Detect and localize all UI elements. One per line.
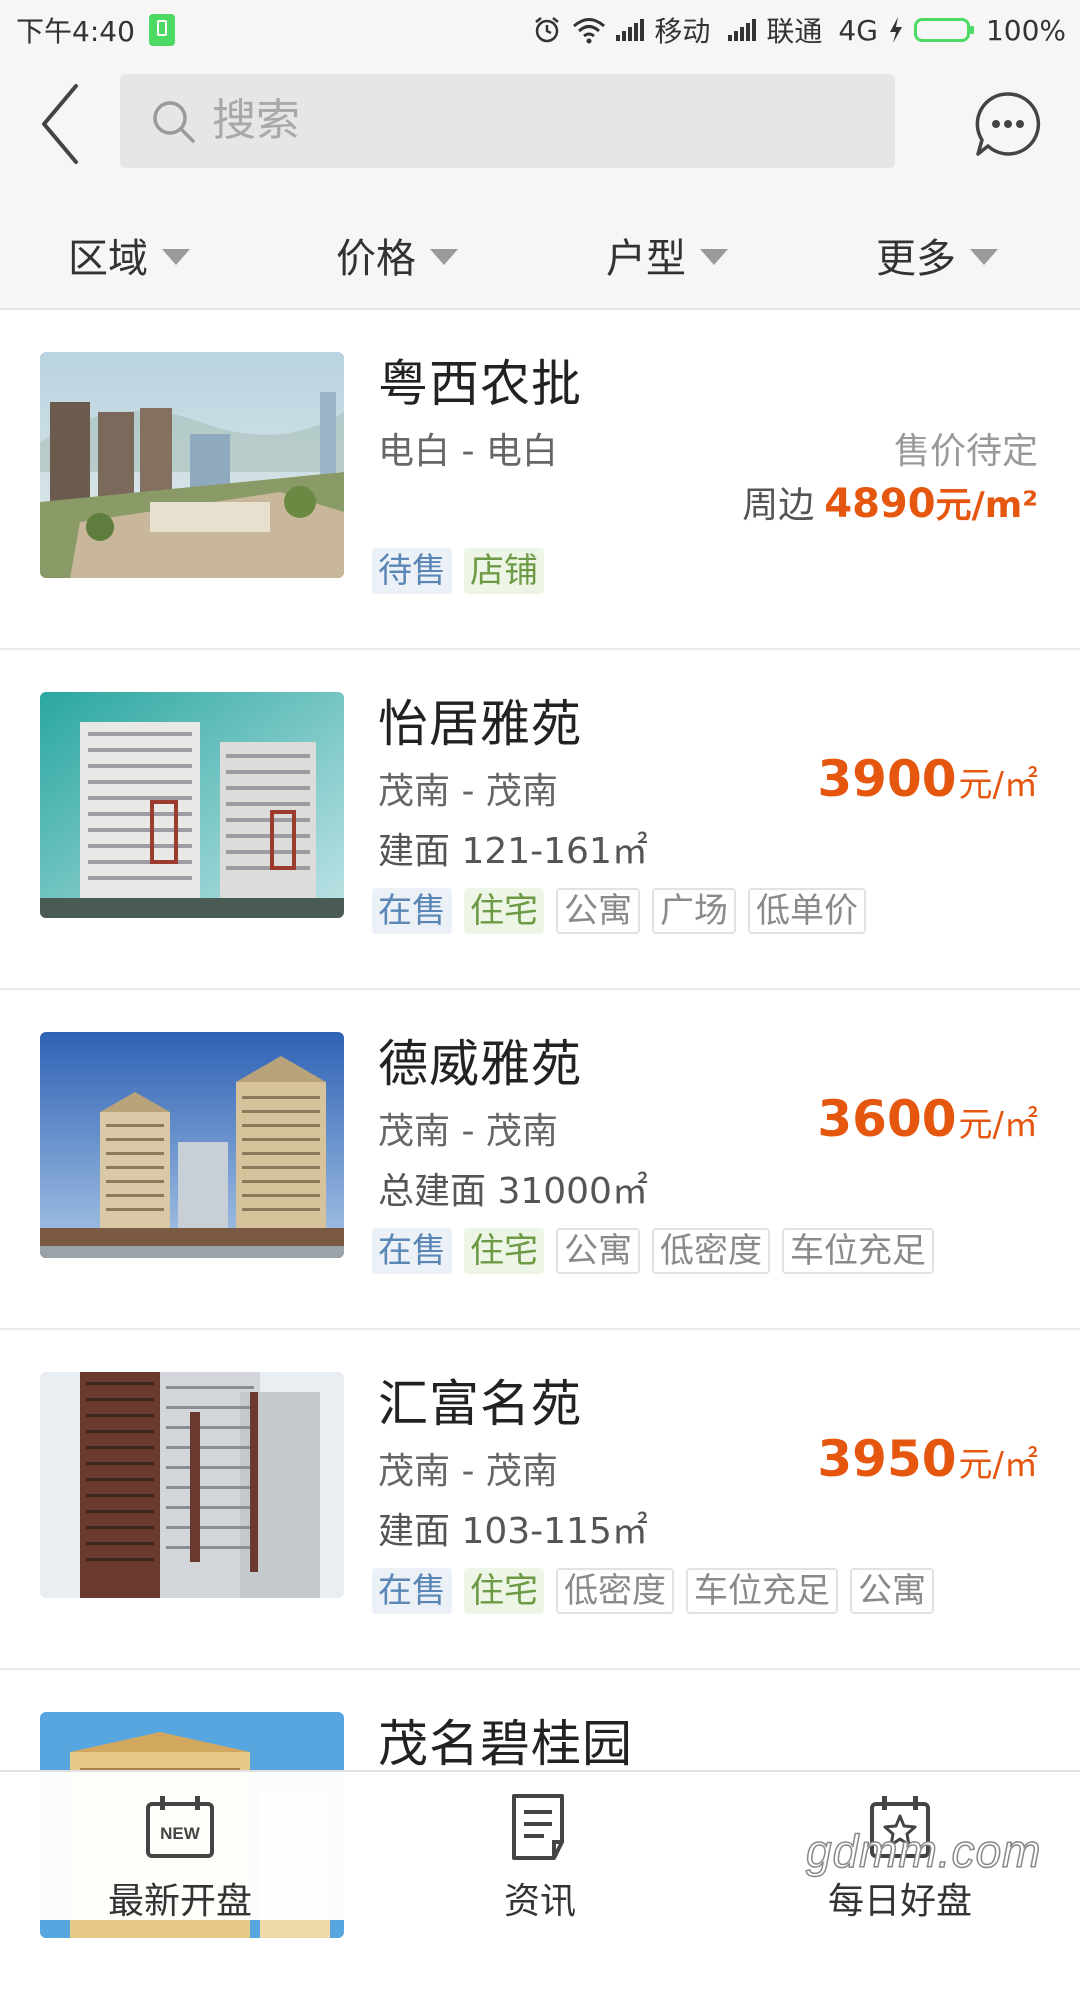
listing-area: 建面 121-161㎡ xyxy=(378,831,648,872)
tag-feature: 低密度 xyxy=(556,1568,674,1614)
tag-feature: 公寓 xyxy=(556,1228,640,1274)
search-placeholder: 搜索 xyxy=(212,95,300,146)
wifi-icon xyxy=(573,18,606,44)
news-document-icon xyxy=(512,1794,564,1860)
nav-label: 资讯 xyxy=(503,1881,576,1922)
battery-percent: 100% xyxy=(985,13,1066,47)
listing-area: 总建面 31000㎡ xyxy=(378,1171,648,1212)
price-value: 3600 xyxy=(817,1090,957,1148)
listing-name: 怡居雅苑 xyxy=(378,695,582,753)
filter-region-dropdown[interactable]: 区域 xyxy=(68,226,190,284)
listing-item[interactable]: 汇富名苑 茂南 - 茂南 建面 103-115㎡ 3950 元/㎡ 在售 住宅 … xyxy=(0,1330,1080,1670)
price-prefix: 周边 xyxy=(742,485,815,526)
dropdown-triangle-icon xyxy=(430,249,458,265)
tag-status: 在售 xyxy=(372,1568,452,1614)
filter-layout-dropdown[interactable]: 户型 xyxy=(606,226,728,284)
filter-label: 价格 xyxy=(336,236,416,282)
new-badge: NEW xyxy=(160,1824,201,1843)
price-unit: 元/㎡ xyxy=(958,765,1038,805)
listing-name: 汇富名苑 xyxy=(378,1375,582,1433)
dropdown-triangle-icon xyxy=(162,249,190,265)
tag-feature: 广场 xyxy=(652,888,736,934)
listing-item[interactable]: 粤西农批 电白 - 电白 售价待定 周边 4890 元/m² 待售 店铺 xyxy=(0,310,1080,650)
price-unit: 元/㎡ xyxy=(958,1445,1038,1485)
tag-list: 在售 住宅 公寓 低密度 车位充足 xyxy=(372,1228,934,1274)
listing-name: 粤西农批 xyxy=(378,355,582,413)
nav-latest-opening[interactable]: NEW 最新开盘 xyxy=(60,1792,300,1924)
price-pending-text: 售价待定 xyxy=(893,431,1038,472)
status-bar: 下午4:40 移动 联通 4G 100% xyxy=(0,0,1080,56)
tag-feature: 低密度 xyxy=(652,1228,770,1274)
status-time: 下午4:40 xyxy=(16,15,135,48)
tag-feature: 公寓 xyxy=(850,1568,934,1614)
filter-label: 户型 xyxy=(606,236,686,282)
listing-photo xyxy=(40,692,344,918)
listing-location: 茂南 - 茂南 xyxy=(378,771,558,812)
listing-location: 茂南 - 茂南 xyxy=(378,1111,558,1152)
watermark: gdmm.com xyxy=(805,1824,1042,1878)
tag-feature: 公寓 xyxy=(556,888,640,934)
dropdown-triangle-icon xyxy=(700,249,728,265)
dropdown-triangle-icon xyxy=(970,249,998,265)
listing-area: 建面 103-115㎡ xyxy=(378,1511,648,1552)
message-chat-icon[interactable] xyxy=(974,90,1042,158)
listing-price: 3950 元/㎡ xyxy=(817,1430,1038,1488)
nav-news[interactable]: 资讯 xyxy=(420,1792,660,1924)
price-unit: 元/㎡ xyxy=(958,1105,1038,1145)
tag-list: 待售 店铺 xyxy=(372,548,544,594)
tag-status: 待售 xyxy=(372,548,452,594)
filter-price-dropdown[interactable]: 价格 xyxy=(336,226,458,284)
listing-location: 电白 - 电白 xyxy=(378,431,558,472)
listing-name: 德威雅苑 xyxy=(378,1035,582,1093)
filter-bar: 区域 价格 户型 更多 xyxy=(0,212,1080,288)
carrier-1: 移动 xyxy=(654,15,711,48)
tag-list: 在售 住宅 低密度 车位充足 公寓 xyxy=(372,1568,934,1614)
listing-photo xyxy=(40,352,344,578)
listing-price: 3600 元/㎡ xyxy=(817,1090,1038,1148)
tag-feature: 车位充足 xyxy=(782,1228,934,1274)
back-button[interactable] xyxy=(30,76,94,172)
calendar-new-icon: NEW xyxy=(146,1796,214,1858)
search-icon xyxy=(153,101,195,143)
nav-label: 每日好盘 xyxy=(827,1881,972,1922)
search-input[interactable]: 搜索 xyxy=(120,74,895,168)
network-type: 4G xyxy=(838,13,878,47)
top-bar: 下午4:40 移动 联通 4G 100% 搜索 区域 价格 户型 更多 xyxy=(0,0,1080,310)
tag-type: 住宅 xyxy=(464,888,544,934)
listing-item[interactable]: 德威雅苑 茂南 - 茂南 总建面 31000㎡ 3600 元/㎡ 在售 住宅 公… xyxy=(0,990,1080,1330)
listing-name: 茂名碧桂园 xyxy=(378,1715,633,1773)
price-value: 4890 xyxy=(824,481,936,527)
listing-location: 茂南 - 茂南 xyxy=(378,1451,558,1492)
battery-saver-icon xyxy=(148,14,175,46)
filter-label: 更多 xyxy=(876,236,956,282)
nav-label: 最新开盘 xyxy=(107,1881,252,1922)
tag-type: 住宅 xyxy=(464,1228,544,1274)
tag-list: 在售 住宅 公寓 广场 低单价 xyxy=(372,888,866,934)
filter-label: 区域 xyxy=(68,236,148,282)
price-unit: 元/m² xyxy=(935,485,1038,526)
alarm-clock-icon xyxy=(535,17,560,43)
tag-status: 在售 xyxy=(372,1228,452,1274)
listing-price: 3900 元/㎡ xyxy=(817,750,1038,808)
tag-feature: 低单价 xyxy=(748,888,866,934)
battery-icon xyxy=(913,18,974,42)
signal-strength-icon xyxy=(616,19,645,41)
signal-strength-icon xyxy=(728,19,757,41)
carrier-2: 联通 xyxy=(766,15,823,48)
tag-feature: 车位充足 xyxy=(686,1568,838,1614)
filter-more-dropdown[interactable]: 更多 xyxy=(876,226,998,284)
charging-bolt-icon xyxy=(889,17,902,43)
price-nearby: 周边 4890 元/m² xyxy=(742,476,1038,528)
listing-item[interactable]: 怡居雅苑 茂南 - 茂南 建面 121-161㎡ 3900 元/㎡ 在售 住宅 … xyxy=(0,650,1080,990)
listing-photo xyxy=(40,1032,344,1258)
listing-photo xyxy=(40,1372,344,1598)
tag-type: 住宅 xyxy=(464,1568,544,1614)
price-value: 3900 xyxy=(817,750,957,808)
price-value: 3950 xyxy=(817,1430,957,1488)
tag-status: 在售 xyxy=(372,888,452,934)
tag-type: 店铺 xyxy=(464,548,544,594)
